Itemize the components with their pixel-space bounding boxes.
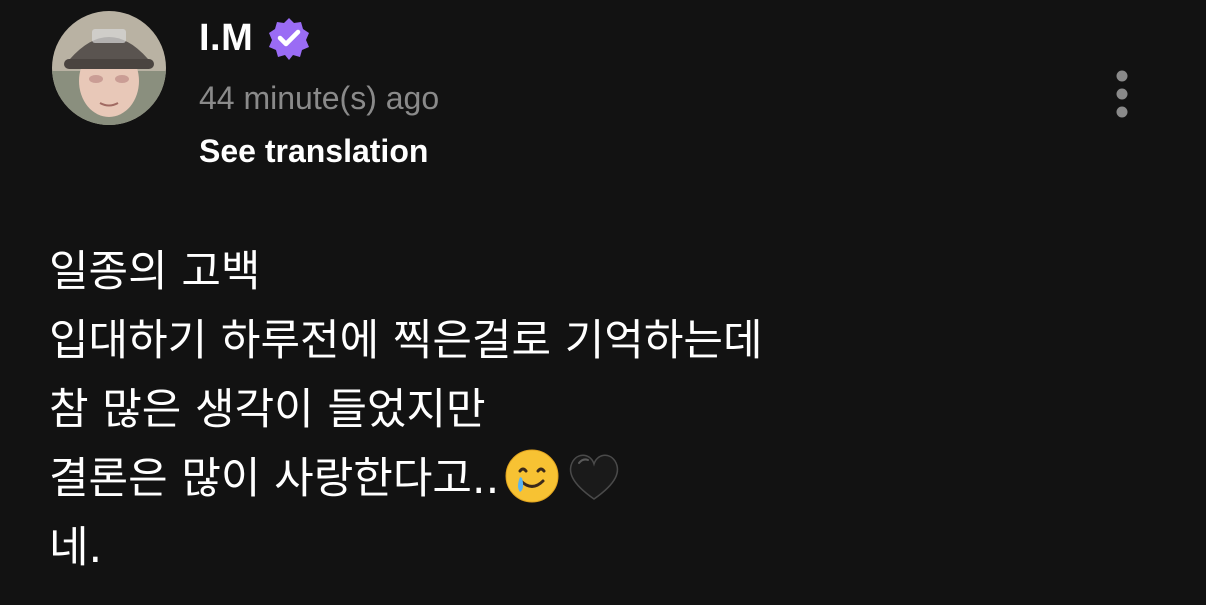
post-line: 참 많은 생각이 들었지만 [49,385,486,435]
avatar-image [52,11,166,125]
post-timestamp: 44 minute(s) ago [199,80,440,116]
more-options-button[interactable] [1100,66,1144,122]
author-avatar[interactable] [52,11,166,125]
author-name[interactable]: I.M [199,17,253,60]
verified-badge-icon [267,16,311,60]
see-translation-link[interactable]: See translation [199,133,428,170]
vertical-ellipsis-icon [1116,70,1128,118]
post-line: 일종의 고백 [49,247,261,297]
post-body: 일종의 고백 입대하기 하루전에 찍은걸로 기억하는데 참 많은 생각이 들었지… [49,238,1149,583]
author-row: I.M [199,14,311,62]
post-line: 네. [49,523,103,573]
post-line-with-emoji: 결론은 많이 사랑한다고.. [49,445,1149,514]
black-heart-icon [565,447,623,505]
smiling-face-with-tear-icon [503,447,561,505]
post-line-text: 결론은 많이 사랑한다고.. [49,454,500,504]
post-line: 입대하기 하루전에 찍은걸로 기억하는데 [49,316,763,366]
